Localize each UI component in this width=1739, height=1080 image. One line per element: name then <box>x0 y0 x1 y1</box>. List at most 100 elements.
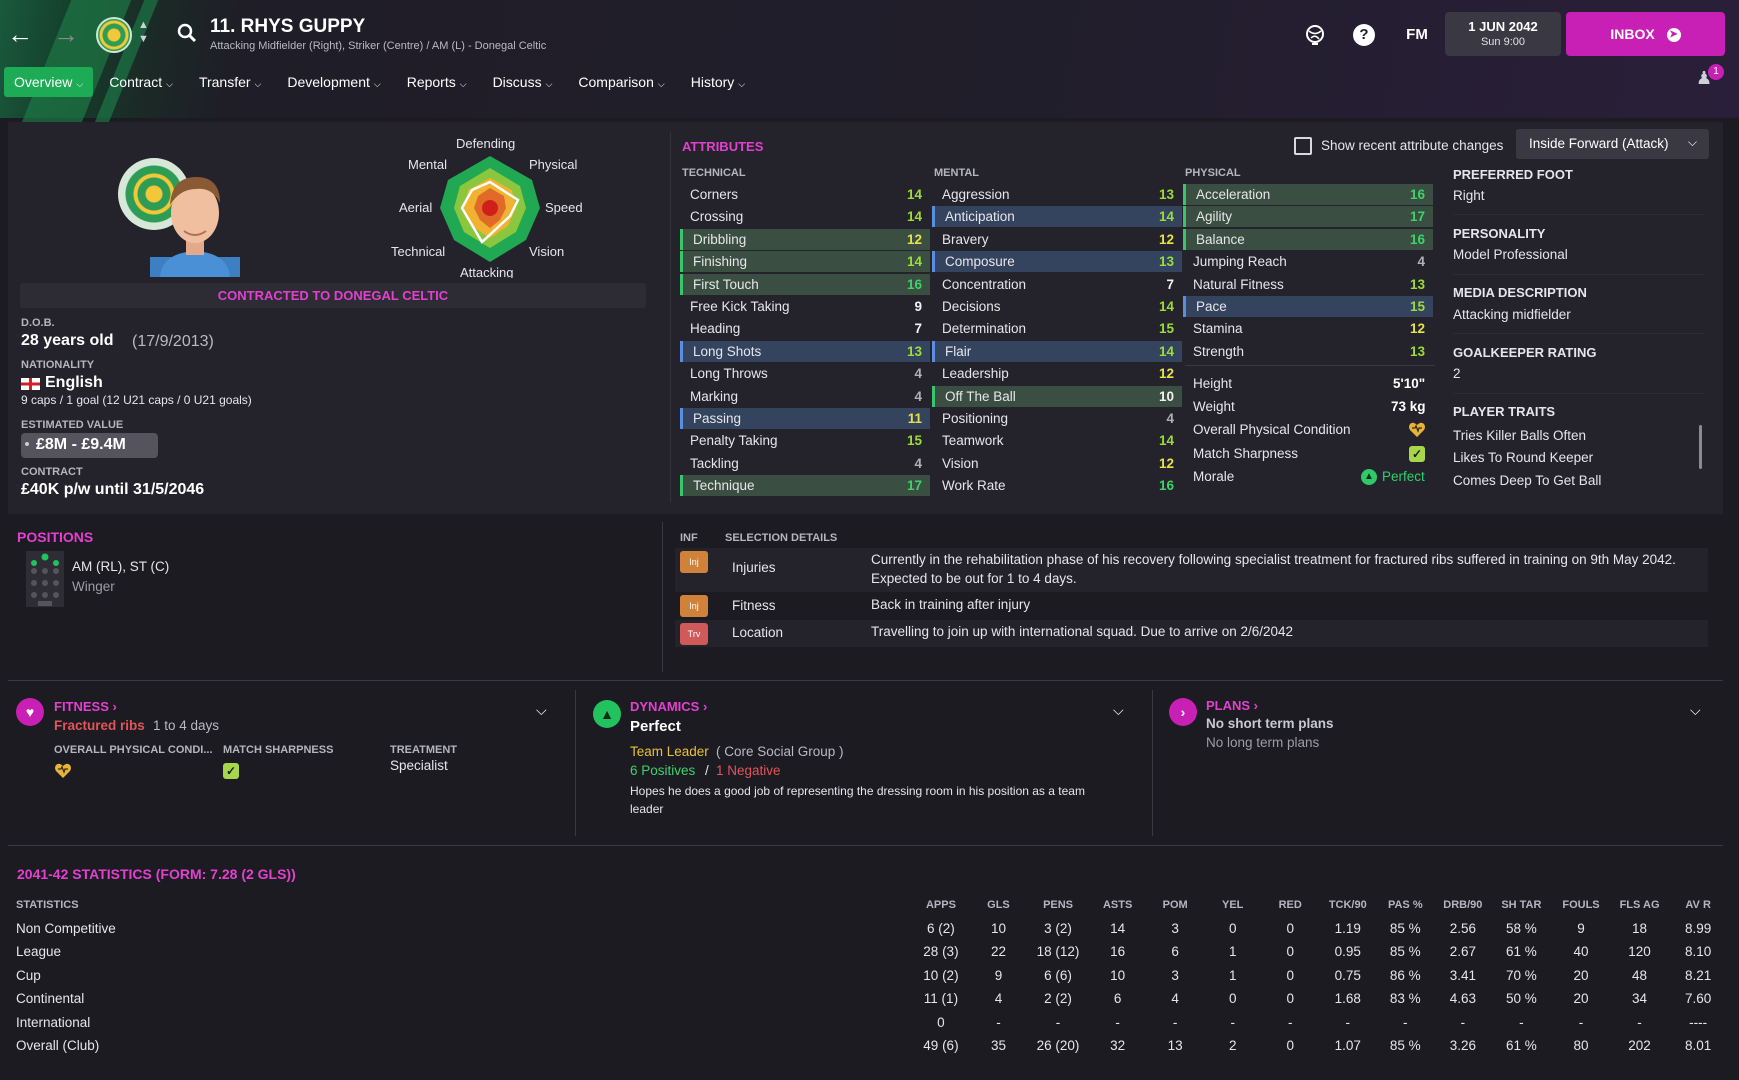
stats-row[interactable]: International 0- - - - - - - - - - - - ---- <box>8 1011 1728 1035</box>
date-continue-box[interactable]: 1 JUN 2042 Sun 9:00 <box>1445 12 1561 56</box>
stats-column-header[interactable]: STATISTICS <box>8 893 912 917</box>
player-cycle-icon[interactable]: ▲ ▼ <box>138 18 149 46</box>
stats-column-header[interactable]: YEL <box>1204 893 1262 917</box>
tab-reports[interactable]: Reports ⌵ <box>397 67 477 97</box>
stats-row[interactable]: Cup 10 (2) 9 6 (6) 10 3 1 0 0.75 86 % 3.41 70 % 20 48… <box>8 964 1728 988</box>
attribute-row[interactable]: Marking 4 <box>680 386 930 407</box>
fm-logo[interactable]: FM <box>1400 22 1434 48</box>
attribute-row[interactable]: Off The Ball 10 <box>932 385 1182 407</box>
stats-column-header[interactable]: DRB/90 <box>1434 893 1492 917</box>
notifications-button[interactable]: ♟ 1 <box>1696 64 1724 90</box>
attribute-row[interactable]: Free Kick Taking 9 <box>680 296 930 317</box>
attribute-row[interactable]: Stamina 12 <box>1183 318 1433 339</box>
show-changes-label[interactable]: Show recent attribute changes <box>1321 138 1503 153</box>
attribute-row[interactable]: Corners 14 <box>680 184 930 205</box>
attribute-row[interactable]: Passing 11 <box>680 408 930 429</box>
stats-title[interactable]: 2041-42 STATISTICS (FORM: 7.28 (2 GLS)) <box>17 866 296 882</box>
globe-icon[interactable] <box>1302 22 1328 48</box>
tab-contract[interactable]: Contract ⌵ <box>99 67 183 97</box>
attribute-row[interactable]: Aggression 13 <box>932 184 1182 205</box>
back-arrow-icon[interactable]: ← <box>4 18 36 50</box>
attribute-row[interactable]: Concentration 7 <box>932 274 1182 295</box>
attribute-row[interactable]: Acceleration 16 <box>1183 184 1433 205</box>
attribute-row[interactable]: Agility 17 <box>1183 206 1433 228</box>
attribute-row[interactable]: Finishing 14 <box>680 251 930 273</box>
attribute-row[interactable]: Dribbling 12 <box>680 228 930 250</box>
attribute-row[interactable]: Leadership 12 <box>932 363 1182 384</box>
stats-row[interactable]: Non Competitive 6 (2) 10 3 (2) 14 3 0 0 1.19 85 %… <box>8 917 1728 941</box>
attribute-name: Tackling <box>690 455 739 471</box>
stats-column-header[interactable]: SH TAR <box>1492 893 1552 917</box>
stats-column-header[interactable]: POM <box>1146 893 1204 917</box>
attribute-row[interactable]: Anticipation 14 <box>932 206 1182 228</box>
stats-row[interactable]: Continental 11 (1) 4 2 (2) 6 4 0 0 1.68 83 % 4.63 5… <box>8 987 1728 1011</box>
stats-column-header[interactable]: AV R <box>1668 893 1728 917</box>
stats-column-header[interactable]: TCK/90 <box>1319 893 1377 917</box>
attribute-row[interactable]: First Touch 16 <box>680 273 930 295</box>
fitness-title[interactable]: FITNESS › <box>54 699 117 714</box>
attribute-row[interactable]: Pace 15 <box>1183 296 1433 317</box>
attribute-row[interactable]: Teamwork 14 <box>932 430 1182 451</box>
attribute-row[interactable]: Technique 17 <box>680 475 930 497</box>
attribute-row[interactable]: Balance 16 <box>1183 228 1433 250</box>
attribute-row[interactable]: Crossing 14 <box>680 206 930 227</box>
attribute-value: 14 <box>1158 343 1174 359</box>
stats-column-header[interactable]: FOULS <box>1551 893 1611 917</box>
club-crest-icon[interactable] <box>96 17 132 53</box>
attribute-row[interactable]: Positioning 4 <box>932 408 1182 429</box>
selection-type: Location <box>732 625 784 640</box>
tab-overview[interactable]: Overview ⌵ <box>4 67 94 97</box>
attribute-row[interactable]: Heading 7 <box>680 318 930 339</box>
attribute-row[interactable]: Natural Fitness 13 <box>1183 274 1433 295</box>
stats-column-header[interactable]: RED <box>1261 893 1319 917</box>
attribute-row[interactable]: Work Rate 16 <box>932 475 1182 496</box>
traits-scrollbar[interactable] <box>1699 425 1702 469</box>
forward-arrow-icon[interactable]: → <box>50 18 82 50</box>
stats-body: Non Competitive 6 (2) 10 3 (2) 14 3 0 0 1.19 85 %… <box>8 917 1728 1058</box>
attribute-row[interactable]: Flair 14 <box>932 340 1182 362</box>
stats-column-header[interactable]: GLS <box>970 893 1028 917</box>
tab-development[interactable]: Development ⌵ <box>277 67 390 97</box>
show-changes-checkbox[interactable] <box>1294 137 1312 155</box>
attribute-row[interactable]: Vision 12 <box>932 453 1182 474</box>
stats-column-header[interactable]: PAS % <box>1377 893 1435 917</box>
attribute-value: 12 <box>1158 455 1174 471</box>
attribute-row[interactable]: Determination 15 <box>932 318 1182 339</box>
chevron-down-icon[interactable]: ⌵ <box>536 702 547 719</box>
stats-row[interactable]: Overall (Club) 49 (6) 35 26 (20) 32 13 2 0 1.07 8… <box>8 1034 1728 1058</box>
role-select[interactable]: Inside Forward (Attack) ⌵ <box>1516 129 1709 159</box>
attribute-row[interactable]: Long Throws 4 <box>680 363 930 384</box>
attribute-row[interactable]: Tackling 4 <box>680 453 930 474</box>
plans-arrow-icon: › <box>1169 698 1197 726</box>
search-icon[interactable] <box>176 22 198 44</box>
attribute-row[interactable]: Long Shots 13 <box>680 340 930 362</box>
attributes-title: ATTRIBUTES <box>682 139 764 154</box>
stats-column-header[interactable]: FLS AG <box>1611 893 1669 917</box>
tab-history[interactable]: History ⌵ <box>681 67 755 97</box>
tab-discuss[interactable]: Discuss ⌵ <box>483 67 563 97</box>
stats-row[interactable]: League 28 (3) 22 18 (12) 16 6 1 0 0.95 85 % 2.67 61… <box>8 940 1728 964</box>
attribute-value: 4 <box>1417 254 1425 270</box>
tab-comparison[interactable]: Comparison ⌵ <box>568 67 674 97</box>
chevron-down-icon[interactable]: ⌵ <box>1690 702 1701 719</box>
stats-column-header[interactable]: ASTS <box>1089 893 1147 917</box>
attribute-value: 15 <box>1409 299 1425 314</box>
help-icon[interactable]: ? <box>1353 24 1375 46</box>
stats-cell: 83 % <box>1389 991 1421 1007</box>
plans-title[interactable]: PLANS › <box>1206 698 1258 713</box>
attribute-row[interactable]: Strength 13 <box>1183 341 1433 362</box>
attribute-row[interactable]: Decisions 14 <box>932 296 1182 317</box>
attribute-row[interactable]: Penalty Taking 15 <box>680 430 930 451</box>
attribute-row[interactable]: Jumping Reach 4 <box>1183 251 1433 272</box>
inbox-button[interactable]: INBOX ➤ <box>1566 12 1725 56</box>
stats-cell: 13 <box>1167 1038 1183 1054</box>
contract-label: CONTRACT <box>21 466 83 478</box>
dynamics-title[interactable]: DYNAMICS › <box>630 699 707 714</box>
stats-column-header[interactable]: APPS <box>912 893 970 917</box>
attribute-row[interactable]: Composure 13 <box>932 251 1182 273</box>
chevron-down-icon[interactable]: ⌵ <box>1113 702 1124 719</box>
attribute-row[interactable]: Bravery 12 <box>932 229 1182 250</box>
tab-transfer[interactable]: Transfer ⌵ <box>189 67 271 97</box>
stats-column-header[interactable]: PENS <box>1027 893 1089 917</box>
stats-cell: 3.41 <box>1449 967 1476 983</box>
